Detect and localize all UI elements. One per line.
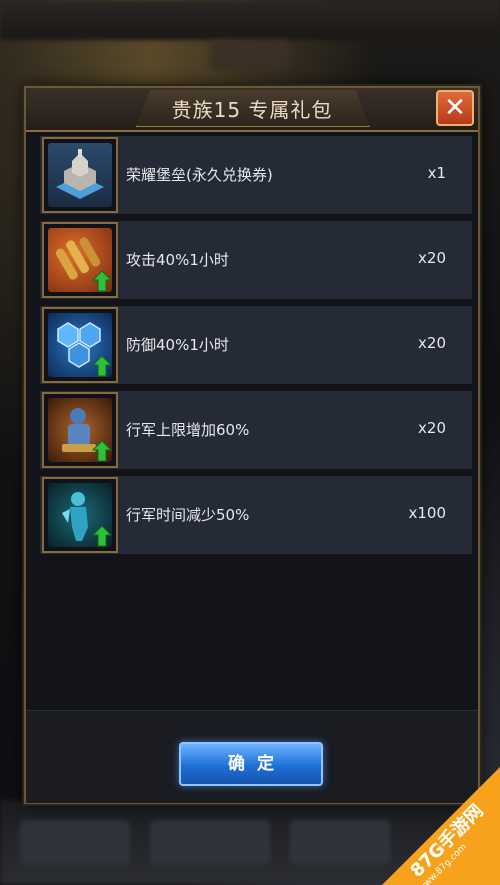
reward-list: 荣耀堡垒(永久兑换券) x1 攻击40%1小时 x20 防御40%1小时 x20… xyxy=(40,136,472,561)
upgrade-arrow-icon xyxy=(92,525,112,547)
blurred-header-tab xyxy=(210,40,290,70)
reward-item: 防御40%1小时 x20 xyxy=(40,306,472,384)
close-icon: ✕ xyxy=(444,93,466,123)
reward-item: 行军上限增加60% x20 xyxy=(40,391,472,469)
reward-quantity: x20 xyxy=(418,249,446,267)
confirm-button[interactable]: 确定 xyxy=(179,742,323,786)
blurred-top-bar xyxy=(0,0,500,40)
upgrade-arrow-icon xyxy=(92,440,112,462)
reward-item: 行军时间减少50% x100 xyxy=(40,476,472,554)
reward-name: 行军时间减少50% xyxy=(126,506,250,524)
close-button[interactable]: ✕ xyxy=(436,90,474,126)
fortress-icon xyxy=(48,143,112,207)
upgrade-arrow-icon xyxy=(92,355,112,377)
dialog-title-bar: 贵族15 专属礼包 ✕ xyxy=(26,88,478,132)
dialog-title: 贵族15 专属礼包 xyxy=(171,98,333,122)
reward-name: 防御40%1小时 xyxy=(126,336,229,354)
reward-name: 行军上限增加60% xyxy=(126,421,250,439)
reward-quantity: x20 xyxy=(418,419,446,437)
upgrade-arrow-icon xyxy=(92,270,112,292)
reward-quantity: x100 xyxy=(408,504,446,522)
site-watermark: 87G手游网 www.87g.com xyxy=(382,767,500,885)
gift-pack-dialog: 贵族15 专属礼包 ✕ 荣耀堡垒(永久兑换券) x1 攻击40%1小时 x20 … xyxy=(24,86,480,804)
reward-name: 攻击40%1小时 xyxy=(126,251,229,269)
reward-quantity: x20 xyxy=(418,334,446,352)
reward-name: 荣耀堡垒(永久兑换券) xyxy=(126,166,273,184)
reward-item: 荣耀堡垒(永久兑换券) x1 xyxy=(40,136,472,214)
reward-item: 攻击40%1小时 x20 xyxy=(40,221,472,299)
reward-quantity: x1 xyxy=(427,164,446,182)
